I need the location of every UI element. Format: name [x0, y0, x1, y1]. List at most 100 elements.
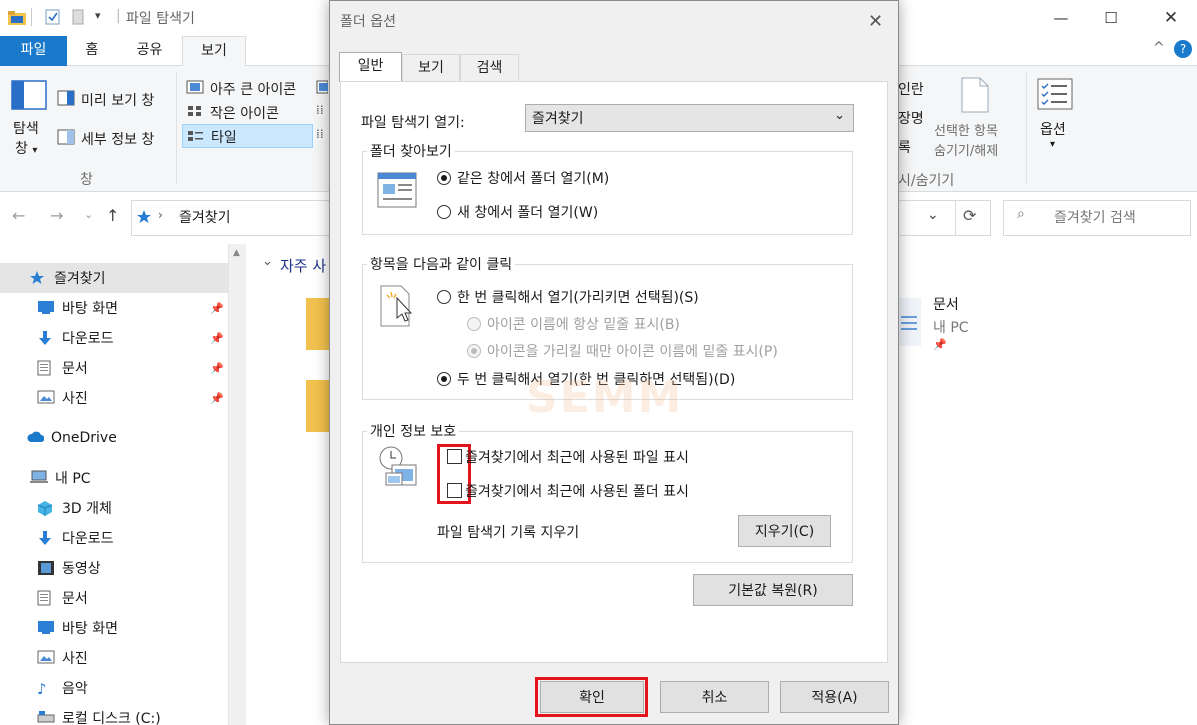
clear-history-button[interactable]: 지우기(C): [738, 515, 831, 547]
layout-extra-large-icons[interactable]: 아주 큰 아이콘: [210, 79, 296, 99]
privacy-title: 개인 정보 보호: [367, 421, 460, 441]
nav-documents[interactable]: 문서: [0, 583, 228, 613]
tab-file[interactable]: 파일: [0, 36, 67, 66]
search-placeholder[interactable]: 즐겨찾기 검색: [1054, 207, 1136, 227]
pin-icon[interactable]: 📌: [210, 302, 224, 315]
nav-music[interactable]: ♪ 음악: [0, 673, 228, 703]
recent-files-label[interactable]: 즐겨찾기에서 최근에 사용된 파일 표시: [465, 447, 689, 467]
pin-icon[interactable]: 📌: [210, 392, 224, 405]
checkbox-recent-files[interactable]: [447, 449, 462, 464]
document-thumbnail-icon[interactable]: [899, 298, 921, 346]
option-underline-hover-label: 아이콘을 가리킬 때만 아이콘 이름에 밑줄 표시(P): [487, 344, 778, 360]
tab-search[interactable]: 검색: [460, 54, 519, 82]
breadcrumb-chevron-icon[interactable]: ›: [158, 208, 163, 222]
nav-desktop-pinned[interactable]: 바탕 화면 📌: [0, 293, 228, 323]
cancel-button[interactable]: 취소: [660, 681, 769, 713]
options-button[interactable]: 옵션: [1040, 119, 1066, 139]
forward-arrow-icon[interactable]: →: [50, 206, 63, 225]
hidden-items-partial[interactable]: 록: [898, 137, 911, 157]
recent-locations-icon[interactable]: ⌄: [84, 208, 93, 221]
nav-desktop[interactable]: 바탕 화면: [0, 613, 228, 643]
nav-label: OneDrive: [51, 430, 117, 446]
pin-icon[interactable]: 📌: [210, 362, 224, 375]
help-icon[interactable]: ?: [1174, 40, 1192, 58]
dialog-close-icon[interactable]: ✕: [868, 11, 883, 32]
nav-pictures[interactable]: 사진: [0, 643, 228, 673]
open-explorer-select[interactable]: 즐겨찾기 ⌄: [525, 104, 854, 132]
folder-icon[interactable]: [306, 298, 330, 350]
restore-defaults-button[interactable]: 기본값 복원(R): [693, 574, 853, 606]
open-explorer-label: 파일 탐색기 열기:: [361, 115, 465, 131]
radio-new-window[interactable]: [437, 205, 451, 219]
refresh-icon[interactable]: ⟳: [963, 206, 976, 225]
option-single-click[interactable]: 한 번 클릭해서 열기(가리키면 선택됨)(S): [437, 287, 699, 307]
option-single-click-label: 한 번 클릭해서 열기(가리키면 선택됨)(S): [457, 290, 699, 306]
layout-tiles[interactable]: 타일: [211, 127, 237, 147]
new-folder-icon[interactable]: [72, 9, 84, 25]
hide-selected-label-1[interactable]: 선택한 항목: [934, 120, 998, 139]
file-extensions-partial[interactable]: 장명: [898, 108, 924, 128]
navigation-pane-label-2[interactable]: 창 ▾: [15, 138, 37, 158]
nav-this-pc[interactable]: 내 PC: [0, 463, 228, 493]
radio-same-window[interactable]: [437, 171, 451, 185]
desktop-icon: [38, 621, 54, 634]
hide-selected-label-2[interactable]: 숨기기/해제: [934, 140, 998, 159]
tab-view-options[interactable]: 보기: [402, 54, 460, 82]
recent-folders-label[interactable]: 즐겨찾기에서 최근에 사용된 폴더 표시: [465, 481, 689, 501]
maximize-button[interactable]: ☐: [1088, 0, 1134, 36]
option-new-window[interactable]: 새 창에서 폴더 열기(W): [437, 202, 598, 222]
browse-folders-title: 폴더 찾아보기: [367, 141, 455, 161]
option-same-window[interactable]: 같은 창에서 폴더 열기(M): [437, 168, 609, 188]
checkbox-recent-folders[interactable]: [447, 483, 462, 498]
nav-downloads-pinned[interactable]: 다운로드 📌: [0, 323, 228, 353]
tab-home[interactable]: 홈: [67, 36, 117, 66]
quick-access-dropdown-icon[interactable]: ▾: [95, 9, 101, 22]
address-path[interactable]: 즐겨찾기: [179, 207, 231, 227]
nav-videos[interactable]: 동영상: [0, 553, 228, 583]
nav-3d-objects[interactable]: 3D 개체: [0, 493, 228, 523]
nav-local-disk[interactable]: 로컬 디스크 (C:): [0, 703, 228, 725]
ok-button[interactable]: 확인: [540, 681, 644, 713]
tab-share[interactable]: 공유: [117, 36, 182, 66]
option-same-window-label: 같은 창에서 폴더 열기(M): [457, 171, 610, 187]
radio-single-click[interactable]: [437, 290, 451, 304]
up-arrow-icon[interactable]: ↑: [106, 206, 119, 225]
properties-icon[interactable]: [45, 9, 61, 25]
radio-double-click[interactable]: [437, 372, 451, 386]
details-layout-icon[interactable]: ⁞⁞: [316, 127, 324, 141]
minimize-button[interactable]: —: [1038, 0, 1084, 36]
navigation-pane-label[interactable]: 탐색: [13, 118, 39, 138]
tab-view[interactable]: 보기: [182, 36, 246, 67]
doc-location: 내 PC: [933, 320, 969, 336]
layout-small-icons[interactable]: 작은 아이콘: [210, 103, 279, 123]
back-arrow-icon[interactable]: ←: [12, 206, 25, 225]
preview-pane-button[interactable]: 미리 보기 창: [81, 90, 154, 110]
group-collapse-icon[interactable]: ⌄: [262, 254, 273, 269]
nav-downloads[interactable]: 다운로드: [0, 523, 228, 553]
open-explorer-value: 즐겨찾기: [532, 111, 584, 127]
folder-icon[interactable]: [306, 380, 330, 432]
option-underline-always-label: 아이콘 이름에 항상 밑줄 표시(B): [487, 317, 680, 333]
pin-icon[interactable]: 📌: [210, 332, 224, 345]
details-pane-button[interactable]: 세부 정보 창: [81, 129, 154, 149]
desktop-icon: [38, 301, 54, 314]
nav-documents-pinned[interactable]: 문서 📌: [0, 353, 228, 383]
list-icon[interactable]: ⁞⁞: [316, 103, 324, 117]
apply-button[interactable]: 적용(A): [780, 681, 889, 713]
pin-icon[interactable]: 📌: [933, 338, 947, 351]
scroll-up-icon[interactable]: ▲: [233, 248, 240, 258]
options-dropdown-icon[interactable]: ▾: [1050, 139, 1055, 150]
doc-name[interactable]: 문서: [933, 294, 959, 314]
close-window-button[interactable]: ✕: [1148, 0, 1194, 36]
nav-onedrive[interactable]: OneDrive: [0, 423, 228, 453]
tab-general[interactable]: 일반: [339, 52, 402, 82]
video-icon: [38, 561, 54, 575]
collapse-ribbon-icon[interactable]: ^: [1153, 40, 1165, 56]
nav-quick-access[interactable]: 즐겨찾기: [0, 263, 228, 293]
nav-pictures-pinned[interactable]: 사진 📌: [0, 383, 228, 413]
item-checkboxes-partial[interactable]: 인란: [898, 79, 924, 99]
general-tab-panel: 파일 탐색기 열기: 즐겨찾기 ⌄ 폴더 찾아보기 같은 창에서 폴더 열기(M…: [340, 81, 888, 663]
address-dropdown-icon[interactable]: ⌄: [927, 207, 939, 223]
navigation-pane-icon: [11, 80, 47, 110]
nav-scrollbar[interactable]: ▲: [228, 244, 246, 725]
